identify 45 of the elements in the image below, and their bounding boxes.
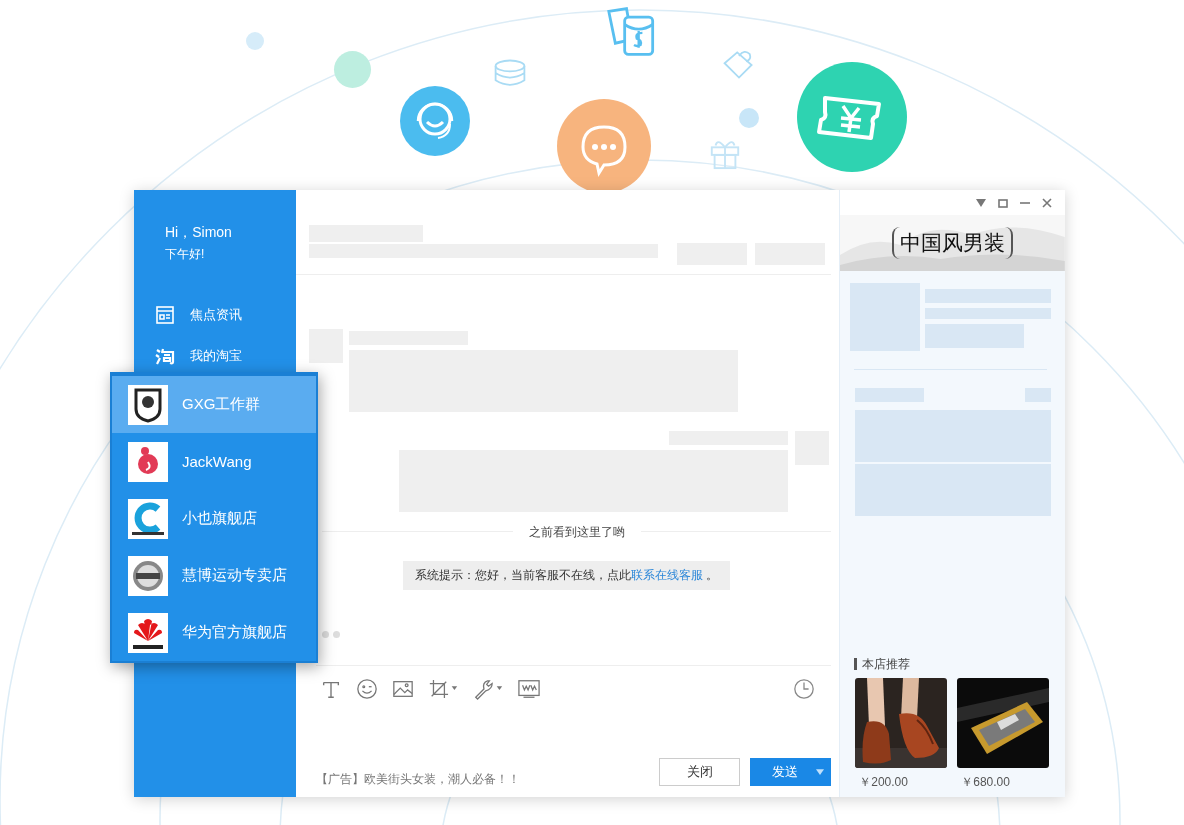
contact-item[interactable]: GXG工作群 — [112, 376, 316, 433]
contact-item[interactable]: 华为官方旗舰店 — [112, 604, 316, 661]
contact-item[interactable]: JackWang — [112, 433, 316, 490]
nav-item[interactable]: 焦点资讯 — [155, 305, 296, 325]
dot-decoration — [334, 51, 371, 88]
product-price: ￥680.00 — [960, 774, 1010, 791]
close-icon[interactable] — [1041, 196, 1053, 209]
dot-decoration — [246, 32, 264, 50]
caret-icon — [815, 768, 824, 776]
contact-item[interactable]: 慧博运动专卖店 — [112, 547, 316, 604]
nav-item[interactable]: 我的淘宝 — [155, 346, 296, 366]
shop-logo-icon — [128, 498, 168, 539]
emoji-icon[interactable] — [355, 678, 378, 700]
wrench-dropdown-icon[interactable] — [472, 678, 504, 700]
crop-dropdown-icon[interactable] — [427, 678, 459, 700]
shop-logo-icon — [128, 612, 168, 653]
send-button[interactable]: 发送 — [750, 758, 832, 786]
skeleton-image — [850, 283, 921, 351]
dot-decoration — [739, 108, 759, 128]
maximize-icon[interactable] — [997, 196, 1009, 209]
image-icon[interactable] — [391, 678, 414, 700]
pager-dots — [321, 631, 340, 638]
ticket-icon — [797, 62, 907, 172]
dropdown-icon[interactable] — [975, 196, 987, 209]
greeting-subtitle: 下午好! — [165, 246, 206, 263]
contact-item[interactable]: 小也旗舰店 — [112, 490, 316, 547]
greeting: Hi，Simon — [165, 224, 233, 242]
headset-icon — [400, 86, 470, 156]
product-price: ￥200.00 — [858, 774, 908, 791]
clock-icon[interactable] — [793, 678, 816, 700]
shop-logo-icon — [128, 441, 168, 482]
ad-text[interactable]: 【广告】欧美街头女装，潮人必备！！ — [315, 770, 650, 788]
shop-logo-icon — [128, 555, 168, 596]
system-notice: 系统提示：您好，当前客服不在线，点此联系在线客服 。 — [402, 561, 731, 590]
history-divider-label: 之前看到这里了哟 — [512, 524, 641, 541]
screen-icon[interactable] — [517, 678, 540, 700]
skeleton-bar — [1025, 388, 1051, 402]
contact-service-link[interactable]: 联系在线客服 — [630, 568, 703, 582]
newspaper-icon — [155, 305, 175, 325]
taobao-icon — [155, 346, 175, 366]
close-button[interactable]: 关闭 — [659, 758, 741, 786]
shop-name: 中国风男装 — [892, 227, 1014, 259]
skeleton-bar — [855, 388, 925, 402]
shop-logo-icon — [128, 384, 168, 425]
section-title: 本店推荐 — [854, 658, 1051, 670]
